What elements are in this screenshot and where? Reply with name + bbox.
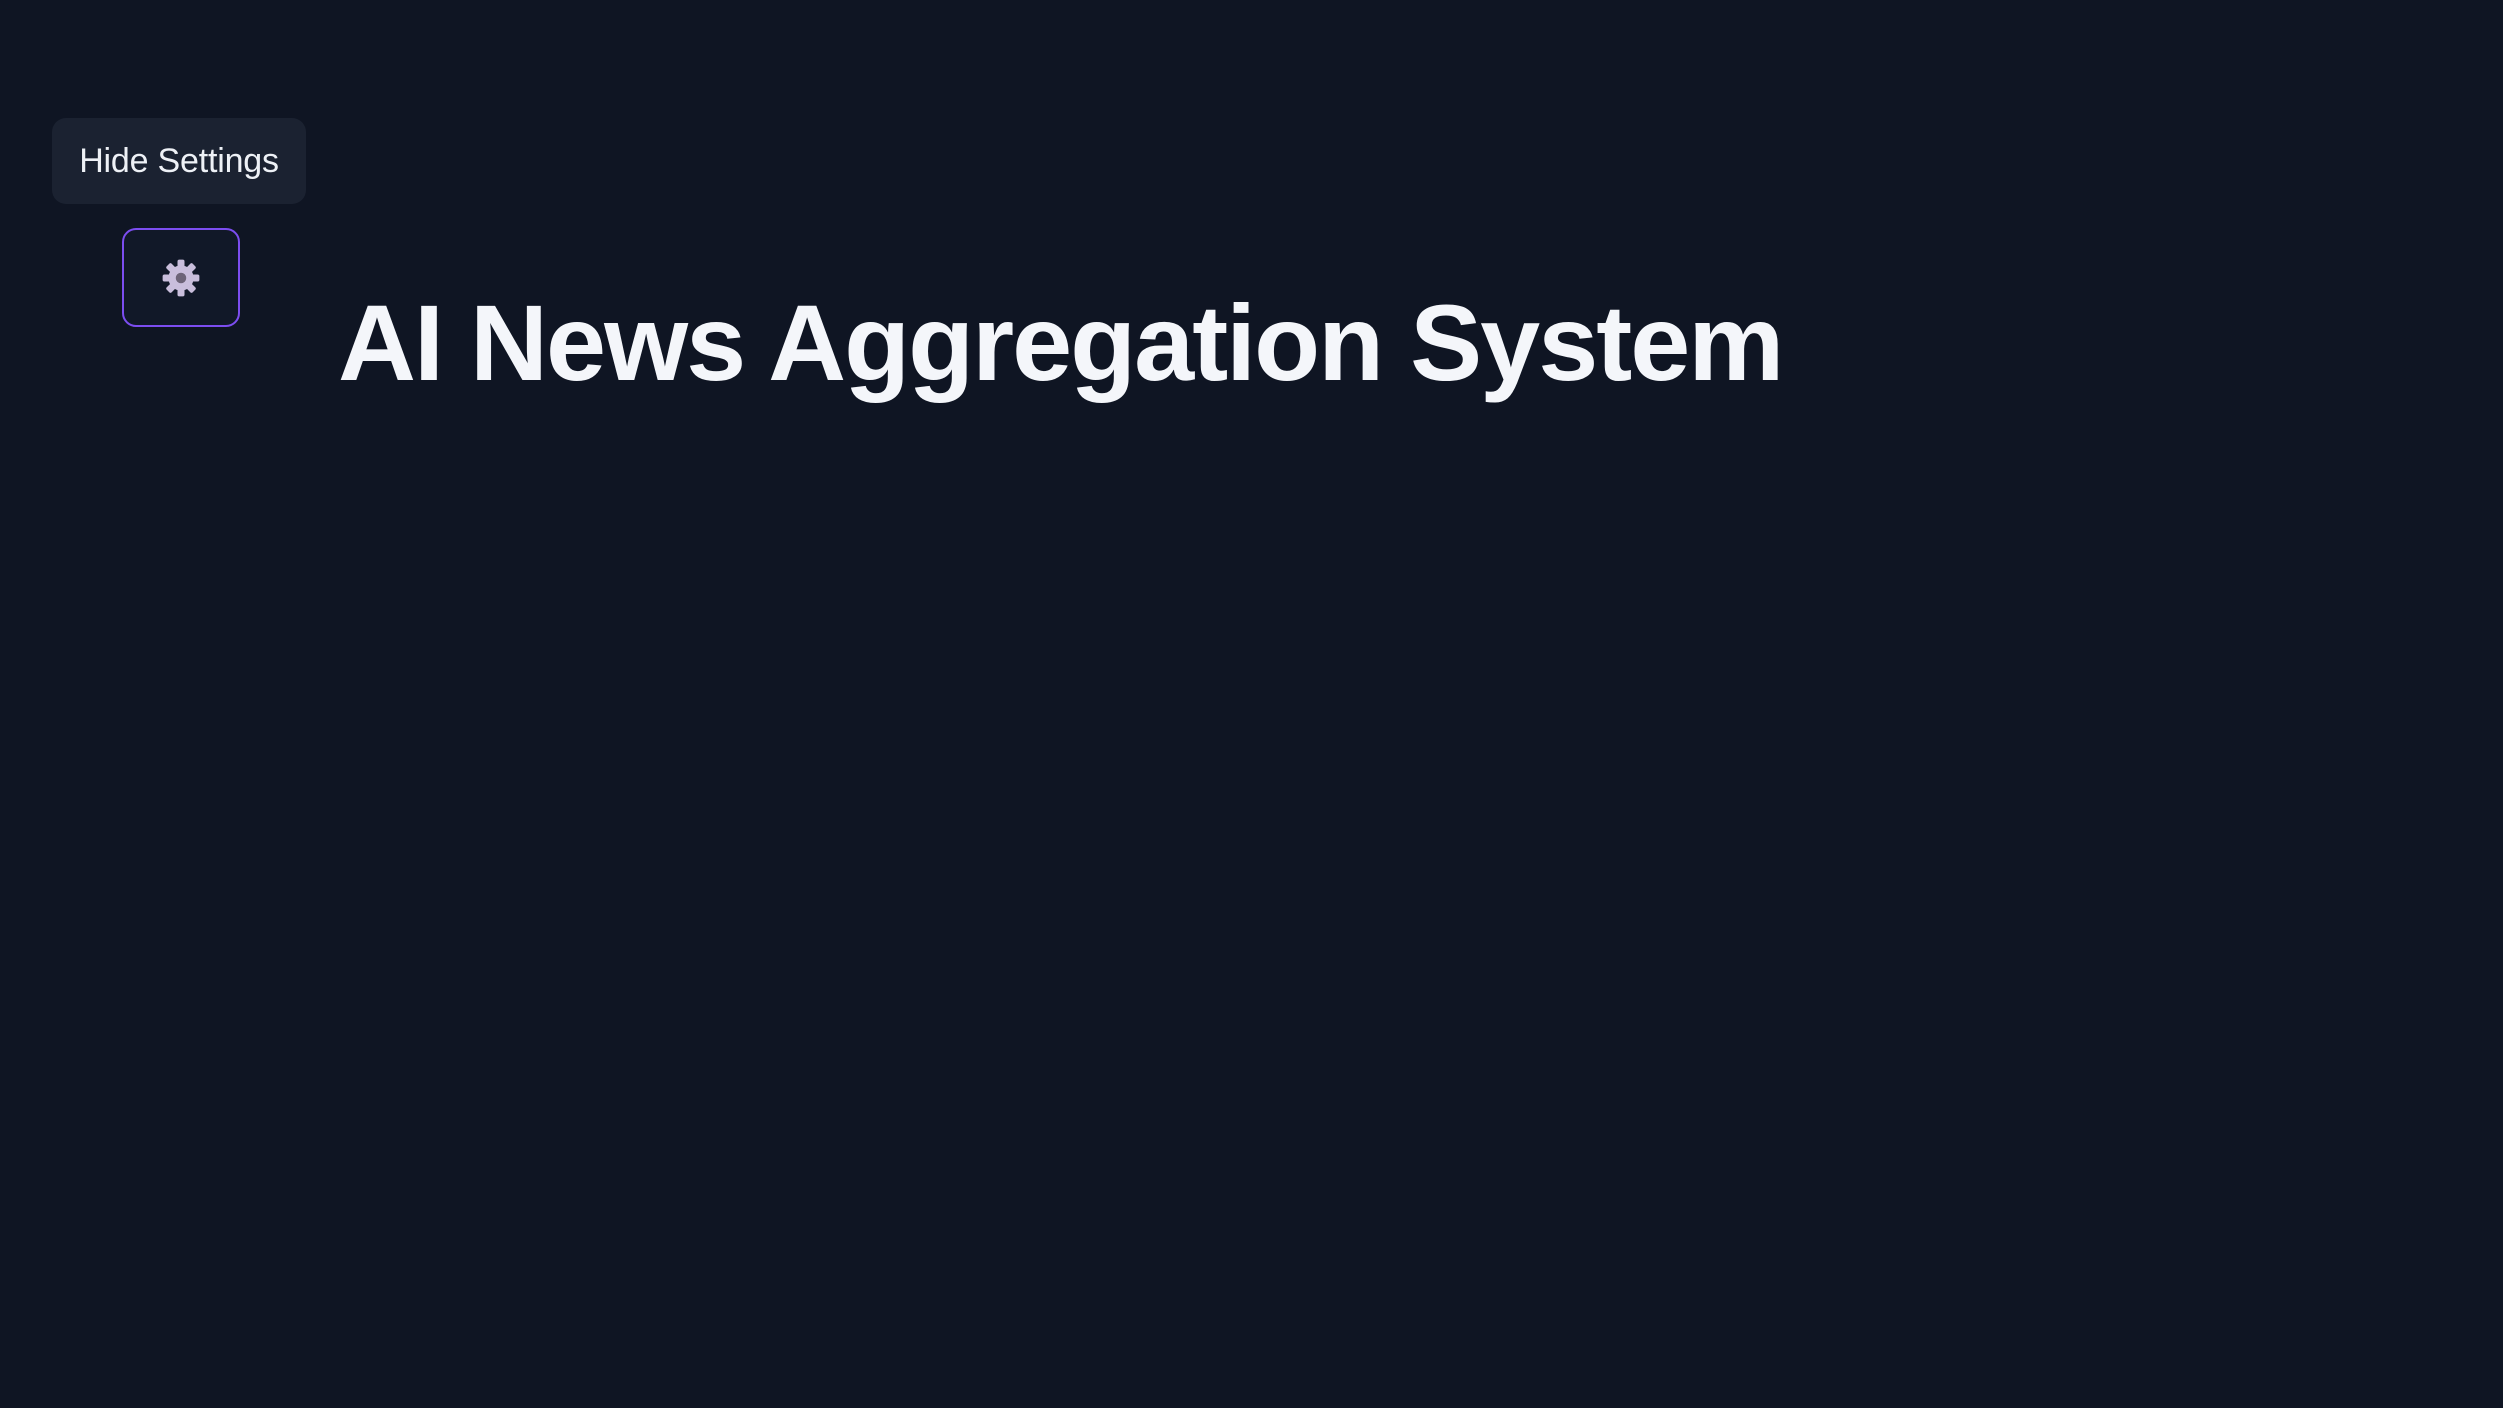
gear-icon — [162, 259, 200, 296]
settings-tooltip: Hide Settings — [52, 118, 306, 204]
settings-toggle-button[interactable] — [122, 228, 240, 327]
settings-tooltip-label: Hide Settings — [79, 141, 279, 180]
page-title: AI News Aggregation System — [338, 282, 1784, 403]
